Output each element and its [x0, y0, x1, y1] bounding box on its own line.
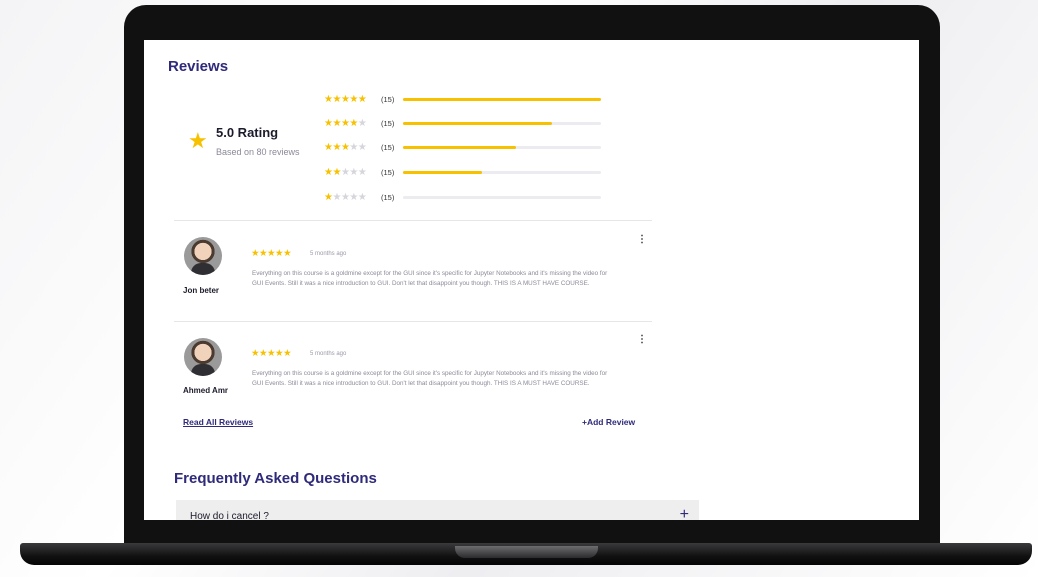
rating-row-4-star: ★★★★★ (15) — [324, 117, 601, 129]
review-stars: ★★★★★ — [251, 248, 292, 259]
rating-row-5-star: ★★★★★ (15) — [324, 93, 601, 105]
add-review-button[interactable]: +Add Review — [582, 417, 635, 427]
rating-row-3-star: ★★★★★ (15) — [324, 141, 601, 153]
rating-bar-fill — [403, 145, 516, 149]
rating-bar-track — [403, 97, 601, 101]
star-icon: ★ — [349, 191, 358, 203]
star-icon: ★ — [349, 93, 358, 105]
rating-stars: ★★★★★ — [324, 167, 379, 178]
star-icon: ★ — [332, 166, 341, 178]
avatar — [184, 338, 222, 376]
rating-stars: ★★★★★ — [324, 118, 379, 129]
rating-count: (15) — [381, 167, 395, 177]
rating-bar-fill — [403, 97, 601, 101]
star-icon: ★ — [349, 166, 358, 178]
rating-bar-fill — [403, 170, 483, 174]
reviewer-name: Jon beter — [183, 286, 220, 295]
star-icon: ★ — [188, 128, 208, 153]
review-text: Everything on this course is a goldmine … — [252, 370, 608, 387]
rating-bar-track — [403, 121, 601, 125]
review-time: 5 months ago — [310, 251, 347, 257]
rating-count: (15) — [381, 118, 395, 128]
star-icon: ★ — [332, 117, 341, 129]
divider — [174, 220, 652, 221]
faq-item[interactable]: How do i cancel ? + — [176, 500, 699, 520]
rating-bar-track — [403, 170, 601, 174]
rating-title: 5.0 Rating — [216, 125, 279, 140]
star-icon: ★ — [357, 117, 367, 129]
rating-count: (15) — [381, 94, 395, 104]
laptop-notch — [455, 546, 598, 558]
read-all-reviews-link[interactable]: Read All Reviews — [183, 417, 253, 427]
rating-row-2-star: ★★★★★ (15) — [324, 166, 601, 178]
rating-row-1-star: ★★★★★ (15) — [324, 191, 601, 203]
plus-icon[interactable]: + — [680, 506, 689, 520]
divider — [174, 321, 652, 322]
review-text: Everything on this course is a goldmine … — [252, 270, 608, 287]
avatar — [184, 237, 222, 275]
star-icon: ★ — [332, 191, 341, 203]
rating-bar-fill — [403, 121, 552, 125]
rating-subtitle: Based on 80 reviews — [216, 147, 300, 157]
rating-bar-track — [403, 195, 601, 199]
star-icon: ★ — [357, 93, 367, 105]
reviewer-name: Ahmed Amr — [183, 386, 229, 395]
more-options-icon[interactable]: ⋮ — [637, 234, 647, 245]
rating-stars: ★★★★★ — [324, 94, 379, 105]
star-icon: ★ — [332, 93, 341, 105]
faq-title: Frequently Asked Questions — [174, 470, 377, 487]
more-options-icon[interactable]: ⋮ — [637, 334, 647, 345]
rating-count: (15) — [381, 192, 395, 202]
star-icon: ★ — [349, 141, 358, 153]
screen: Reviews ★ 5.0 Rating Based on 80 reviews… — [144, 40, 919, 520]
faq-question: How do i cancel ? — [190, 511, 269, 520]
rating-bar-track — [403, 145, 601, 149]
rating-stars: ★★★★★ — [324, 192, 379, 203]
star-icon: ★ — [357, 166, 367, 178]
review-stars: ★★★★★ — [251, 348, 292, 359]
review-time: 5 months ago — [310, 351, 347, 357]
rating-stars: ★★★★★ — [324, 142, 379, 153]
star-icon: ★ — [357, 141, 367, 153]
star-icon: ★ — [332, 141, 341, 153]
star-icon: ★ — [349, 117, 358, 129]
rating-count: (15) — [381, 142, 395, 152]
star-icon: ★ — [357, 191, 367, 203]
reviews-title: Reviews — [168, 58, 229, 75]
